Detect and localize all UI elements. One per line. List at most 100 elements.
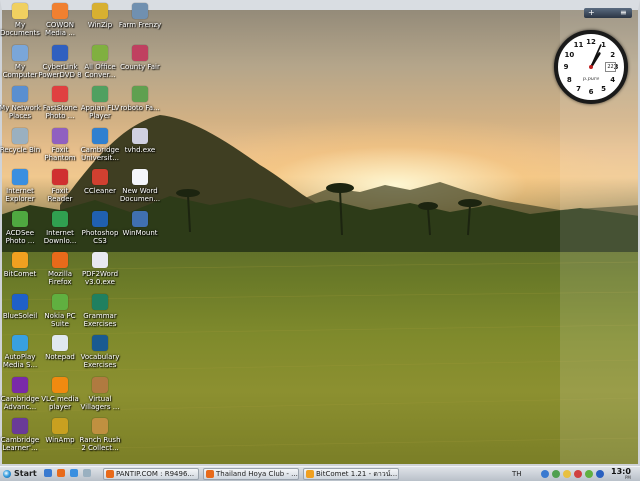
word-document-icon [132,169,148,185]
desktop-icon[interactable]: roboto Fa... [118,86,162,112]
desktop-icon[interactable]: Internet Downlo... [38,210,82,245]
desktop-icon-label: Farm Frenzy [118,21,162,29]
desktop-icon[interactable]: Recycle Bin [0,127,42,154]
desktop-icon-label: BitComet [3,270,37,278]
desktop-icon[interactable]: Appian FLV Player [78,86,122,120]
desktop-icon[interactable]: My Documents [0,3,42,37]
start-button[interactable]: Start [1,468,41,480]
minute-hand [590,44,602,68]
tray-volume-icon[interactable] [585,470,593,478]
desktop-icon[interactable]: CyberLink PowerDVD 8 [38,44,82,79]
desktop-icon[interactable]: PDF2Word v3.0.exe [78,252,122,286]
desktop-icon-label: PDF2Word v3.0.exe [81,270,119,286]
desktop-icon[interactable]: Cambridge Advanc... [0,376,42,411]
clock-gadget[interactable]: + ≡ 12 1 2 3 4 5 6 7 8 9 10 11 p.pure 22 [550,8,634,112]
desktop-icon[interactable]: New Word Documen... [118,169,162,203]
county-fair-icon [132,44,148,61]
desktop-icon[interactable]: BitComet [0,252,42,278]
vocabulary-icon [92,335,108,351]
desktop-icon[interactable]: Mozilla Firefox [38,252,82,286]
vlc-icon [52,376,68,393]
folder-icon [12,3,28,19]
desktop-icon[interactable]: COWON Media ... [38,3,82,37]
office-converter-icon [92,44,108,61]
desktop-icon[interactable]: BlueSoleil [0,293,42,320]
desktop-icon[interactable]: tvhd.exe [118,127,162,154]
ranch-rush-icon [92,418,108,434]
desktop-icon[interactable]: My Computer [0,44,42,79]
bluetooth-icon [12,293,28,310]
network-icon [12,86,28,102]
desktop-icon[interactable]: WinMount [118,210,162,237]
cambridge-book-icon [12,376,28,393]
desktop-icon[interactable]: Grammar Exercises [78,293,122,328]
desktop-icon-label: ACDSee Photo ... [5,228,35,245]
desktop-icon[interactable]: ACDSee Photo ... [0,210,42,245]
desktop-icon-label: Notepad [45,353,75,361]
desktop-icon[interactable]: Notepad [38,335,82,361]
desktop-icon[interactable]: All Office Conver... [78,44,122,79]
desktop-icon-label: All Office Conver... [84,62,116,79]
desktop-icon[interactable]: Cambridge Universit... [78,127,122,162]
bitcomet-task-icon [306,470,314,478]
desktop-icon[interactable]: Virtual Villagers ... [78,376,122,411]
tray-messenger-icon[interactable] [563,470,571,478]
quicklaunch-explorer-icon[interactable] [83,469,91,477]
desktop-icon[interactable]: AutoPlay Media S... [0,335,42,369]
desktop-icon[interactable]: My Network Places [0,86,42,120]
desktop-icon-label: Cambridge Learner'... [0,436,40,452]
winzip-icon [92,3,108,19]
desktop-icon-label: COWON Media ... [45,21,75,37]
desktop-icon[interactable]: County Fair [118,44,162,71]
desktop-icon[interactable]: Photoshop CS3 [78,210,122,245]
desktop-icon-label: Virtual Villagers ... [80,394,120,411]
clock-center-pin [589,65,593,69]
desktop-icon[interactable]: Cambridge Learner'... [0,418,42,452]
desktop-icon[interactable]: Internet Explorer [0,169,42,203]
language-indicator[interactable]: TH [512,468,522,480]
taskbar-button[interactable]: BitComet 1.21 - ดาวน์... [303,468,399,480]
desktop-icon[interactable]: Vocabulary Exercises [78,335,122,369]
desktop-icon[interactable]: FastStone Photo ... [38,86,82,120]
internet-explorer-icon [12,169,28,185]
tray-update-icon[interactable] [552,470,560,478]
tray-bluetooth-icon[interactable] [596,470,604,478]
cambridge-learner-icon [12,418,28,434]
desktop-icon-label: Internet Downlo... [43,228,77,245]
taskbar-button[interactable]: PANTIP.COM : R9496... [103,468,199,480]
quicklaunch-firefox-icon[interactable] [57,469,65,477]
desktop-icon[interactable]: WinZip [78,3,122,29]
desktop-icon[interactable]: Farm Frenzy [118,3,162,29]
taskbar-clock-ampm: PM [625,475,631,480]
desktop-icon[interactable]: VLC media player [38,376,82,411]
desktop-icon[interactable]: Foxit Reader [38,169,82,203]
powerdvd-icon [52,44,68,61]
gadget-toolbar[interactable]: + ≡ [584,8,632,18]
flv-player-icon [92,86,108,102]
gadget-add-icon[interactable]: + [588,8,595,18]
desktop-icon-label: Ranch Rush 2 Collect... [79,436,121,452]
desktop-icon[interactable]: Foxit Phantom [38,127,82,162]
show-desktop-icon[interactable] [44,469,52,477]
desktop-icon[interactable]: WinAmp [38,418,82,444]
quicklaunch-ie-icon[interactable] [70,469,78,477]
desktop-icon-label: roboto Fa... [120,104,160,112]
desktop-icon-label: Foxit Phantom [44,145,76,162]
tray-network-icon[interactable] [541,470,549,478]
desktop-wallpaper: My Documents My Computer My Network Places… [0,0,640,466]
desktop-icon[interactable]: CCleaner [78,169,122,195]
taskbar: Start PANTIP.COM : R9496... Thailand Hoya… [0,466,640,481]
farm-frenzy-icon [132,3,148,19]
start-label: Start [14,469,37,478]
desktop-icon[interactable]: Nokia PC Suite [38,293,82,328]
grammar-icon [92,293,108,310]
desktop-icon-label: Appian FLV Player [80,104,120,120]
taskbar-button[interactable]: Thailand Hoya Club - ... [203,468,299,480]
taskbar-button-label: Thailand Hoya Club - ... [216,470,298,478]
tray-antivirus-icon[interactable] [574,470,582,478]
gadget-menu-icon[interactable]: ≡ [620,8,627,18]
roboto-icon [132,86,148,102]
start-orb-icon [3,470,11,478]
desktop-icon-label: Cambridge Universit... [80,145,120,162]
desktop-icon[interactable]: Ranch Rush 2 Collect... [78,418,122,452]
